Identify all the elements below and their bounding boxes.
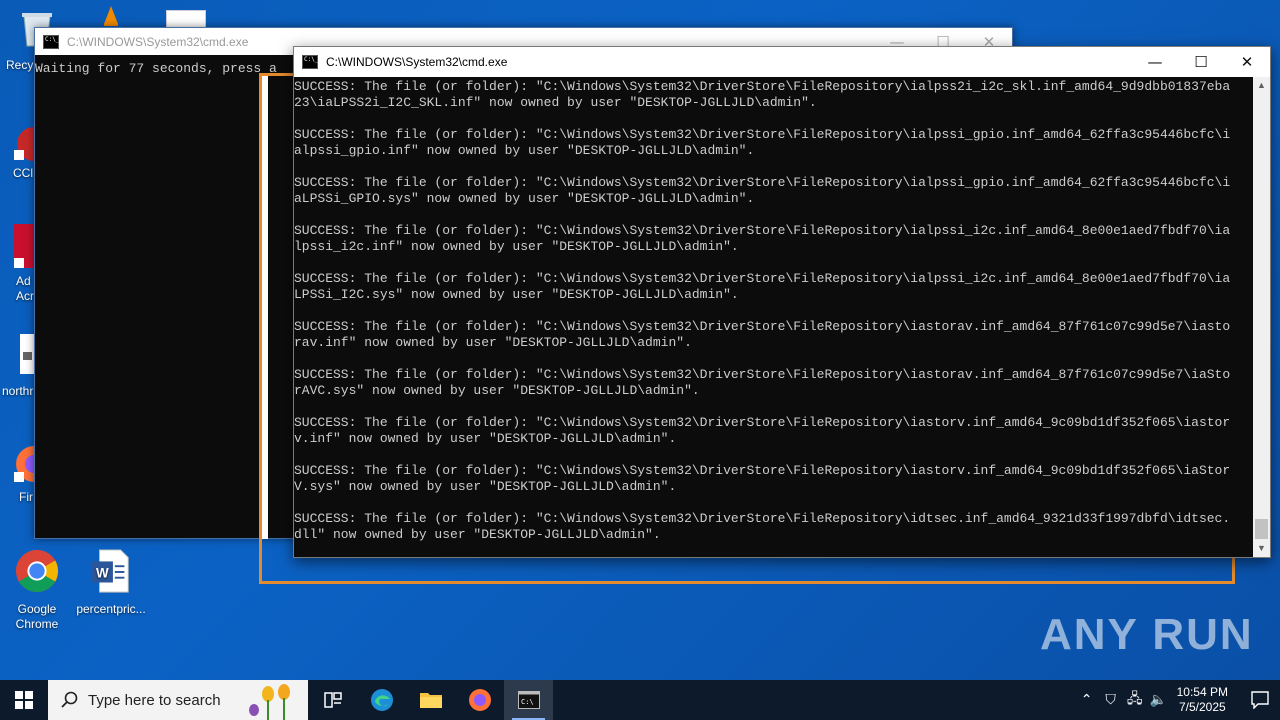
- folder-icon: [419, 693, 442, 708]
- security-icon[interactable]: ⛉: [1099, 692, 1123, 708]
- minimize-button[interactable]: —: [1132, 47, 1178, 77]
- console-line: SUCCESS: The file (or folder): "C:\Windo…: [294, 271, 1231, 286]
- word-document-icon: W: [91, 549, 129, 593]
- console-line: LPSSi_I2C.sys" now owned by user "DESKTO…: [294, 287, 739, 302]
- desktop-icon-percentpric[interactable]: W percentpric...: [74, 548, 148, 617]
- scroll-down-arrow-icon[interactable]: ▼: [1253, 540, 1270, 557]
- console-line: SUCCESS: The file (or folder): "C:\Windo…: [294, 463, 1231, 478]
- search-placeholder: Type here to search: [88, 691, 221, 709]
- desktop-icon-label: Ad Acr: [16, 274, 34, 303]
- clock-date: 7/5/2025: [1178, 700, 1226, 714]
- cmd-window-foreground[interactable]: C:\WINDOWS\System32\cmd.exe — ☐ ✕ SUCCES…: [293, 46, 1271, 558]
- taskbar-file-explorer-button[interactable]: [406, 680, 455, 720]
- anyrun-watermark: ANY RUN: [1040, 610, 1254, 660]
- desktop-icon-label: northr: [2, 384, 34, 398]
- console-line: SUCCESS: The file (or folder): "C:\Windo…: [294, 319, 1231, 334]
- task-view-icon: [323, 692, 342, 708]
- console-line: 23\iaLPSS2i_I2C_SKL.inf" now owned by us…: [294, 95, 817, 110]
- edge-icon: [370, 689, 393, 711]
- console-line: SUCCESS: The file (or folder): "C:\Windo…: [294, 511, 1231, 526]
- cmd-icon: C:\: [517, 691, 540, 709]
- console-line: SUCCESS: The file (or folder): "C:\Windo…: [294, 223, 1231, 238]
- maximize-button[interactable]: ☐: [1178, 47, 1224, 77]
- close-button[interactable]: ✕: [1224, 47, 1270, 77]
- console-line: dll" now owned by user "DESKTOP-JGLLJLD\…: [294, 527, 661, 542]
- desktop-icon-google-chrome[interactable]: Google Chrome: [0, 548, 74, 632]
- console-line: lpssi_i2c.inf" now owned by user "DESKTO…: [294, 239, 739, 254]
- desktop-icon-label: percentpric...: [76, 602, 146, 616]
- firefox-icon: [14, 446, 52, 482]
- clock-time: 10:54 PM: [1176, 685, 1228, 699]
- console-line: aLPSSi_GPIO.sys" now owned by user "DESK…: [294, 191, 755, 206]
- start-button[interactable]: [0, 680, 48, 720]
- console-line: V.sys" now owned by user "DESKTOP-JGLLJL…: [294, 479, 677, 494]
- window-title: C:\WINDOWS\System32\cmd.exe: [326, 55, 508, 69]
- svg-text:W: W: [96, 566, 109, 581]
- window-titlebar[interactable]: C:\WINDOWS\System32\cmd.exe — ☐ ✕: [294, 47, 1270, 77]
- desktop-icon-adobe-acrobat[interactable]: Ad Acr: [14, 224, 36, 303]
- console-line: rAVC.sys" now owned by user "DESKTOP-JGL…: [294, 383, 700, 398]
- windows-logo-icon: [15, 691, 33, 709]
- cmd-app-icon: [302, 55, 318, 69]
- search-icon: [61, 691, 78, 708]
- vertical-scrollbar[interactable]: ▲ ▼: [1253, 77, 1270, 557]
- volume-icon[interactable]: 🔈: [1147, 692, 1171, 708]
- taskbar-edge-button[interactable]: [357, 680, 406, 720]
- taskbar-cmd-button[interactable]: C:\: [504, 680, 553, 720]
- desktop-icon-label: CCl: [13, 166, 33, 180]
- clock[interactable]: 10:54 PM 7/5/2025: [1177, 685, 1228, 715]
- desktop-icon-label: Google Chrome: [15, 602, 59, 631]
- desktop-icon-ccleaner[interactable]: CCl: [12, 126, 51, 180]
- console-line: rav.inf" now owned by user "DESKTOP-JGLL…: [294, 335, 692, 350]
- scrollbar-thumb[interactable]: [1255, 519, 1268, 539]
- notification-icon: [1251, 691, 1269, 709]
- task-view-button[interactable]: [308, 680, 357, 720]
- desktop-icon-firefox[interactable]: Fir: [14, 446, 52, 504]
- console-output: SUCCESS: The file (or folder): "C:\Windo…: [294, 77, 1252, 557]
- console-line: SUCCESS: The file (or folder): "C:\Windo…: [294, 175, 1231, 190]
- svg-text:C:\: C:\: [521, 698, 534, 706]
- network-icon[interactable]: 🖧: [1123, 688, 1147, 712]
- firefox-icon: [468, 689, 491, 711]
- chrome-icon: [15, 549, 59, 593]
- console-line: SUCCESS: The file (or folder): "C:\Windo…: [294, 127, 1231, 142]
- highlight-frame-inner-edge: [262, 76, 268, 539]
- scroll-up-arrow-icon[interactable]: ▲: [1253, 77, 1270, 94]
- watermark-text: ANY RUN: [1040, 610, 1254, 659]
- taskbar: Type here to search C:\ ⌃ ⛉ 🖧 �: [0, 680, 1280, 720]
- acrobat-icon: [14, 224, 36, 268]
- tulips-decoration-icon: [249, 684, 290, 720]
- console-line: SUCCESS: The file (or folder): "C:\Windo…: [294, 367, 1231, 382]
- cmd-app-icon: [43, 34, 59, 49]
- system-tray: ⌃ ⛉ 🖧 🔈 10:54 PM 7/5/2025: [1075, 680, 1280, 720]
- taskbar-search-box[interactable]: Type here to search: [48, 680, 308, 720]
- console-line: v.inf" now owned by user "DESKTOP-JGLLJL…: [294, 431, 677, 446]
- show-hidden-icons-chevron-icon[interactable]: ⌃: [1075, 692, 1099, 708]
- taskbar-firefox-button[interactable]: [455, 680, 504, 720]
- notification-center-button[interactable]: [1240, 691, 1280, 709]
- console-lines: SUCCESS: The file (or folder): "C:\Windo…: [294, 77, 1252, 543]
- desktop-icon-label: Fir: [19, 490, 33, 504]
- ccleaner-icon: [14, 127, 51, 161]
- desktop-icon-label: Recy: [6, 58, 34, 72]
- vlc-icon-partial: [103, 6, 119, 26]
- console-line: alpssi_gpio.inf" now owned by user "DESK…: [294, 143, 755, 158]
- console-line: SUCCESS: The file (or folder): "C:\Windo…: [294, 415, 1231, 430]
- console-line: SUCCESS: The file (or folder): "C:\Windo…: [294, 79, 1231, 94]
